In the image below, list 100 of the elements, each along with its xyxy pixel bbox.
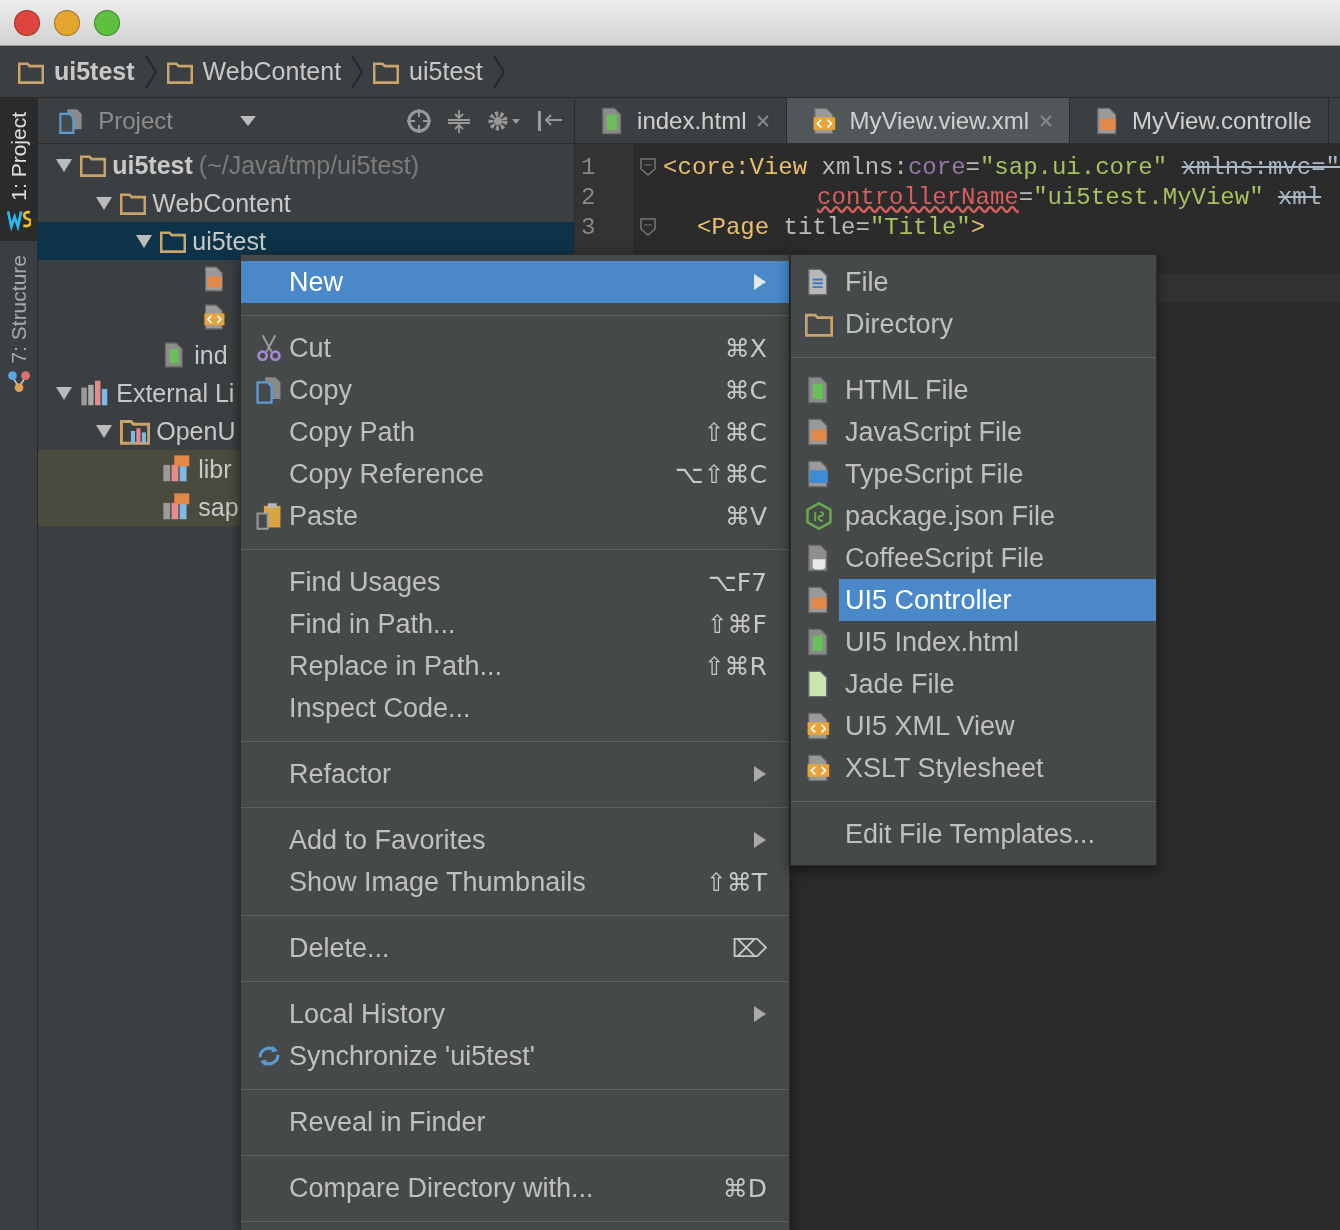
tree-item-label[interactable]: ui5test [112,151,193,179]
menu-item[interactable]: Inspect Code... [241,687,789,729]
menu-item[interactable]: File [791,261,1156,303]
code-line: <Page title="Title"> [696,213,986,241]
chevron-icon [144,54,157,89]
clipboard-icon [255,502,283,530]
target-icon[interactable] [406,107,433,134]
shortcut-label: ⇧⌘T [705,867,767,897]
menu-item-label: Copy Reference [289,458,486,490]
menu-item[interactable]: JavaScript File [791,411,1156,453]
menu-item-label: Find Usages [289,566,442,598]
chevron-icon [492,54,505,89]
menu-item-label: JavaScript File [844,415,1024,449]
menu-item-label: Copy [289,374,354,406]
editor-tab[interactable]: MyView.view.xml [787,98,1071,143]
menu-item[interactable]: UI5 Index.html [791,621,1156,663]
menu-item[interactable]: Synchronize 'ui5test' [241,1035,789,1077]
tree-item-label[interactable]: ui5test [192,227,266,255]
menu-item-label: Paste [289,500,360,532]
menu-item[interactable]: Find in Path... ⇧⌘F [241,603,789,645]
menu-item[interactable]: Jade File [791,663,1156,705]
menu-item[interactable]: Paste ⌘V [241,495,789,537]
folder-icon [120,190,147,216]
menu-item-label: HTML File [844,373,970,407]
menu-item-label: Copy Path [289,416,417,448]
tree-item-label[interactable]: ind [194,341,228,369]
window-control[interactable] [94,9,120,36]
tool-window-tab[interactable]: 7: Structure [0,240,38,404]
menu-item[interactable]: Add to Favorites [241,819,789,861]
close-icon[interactable] [1039,113,1054,128]
close-icon[interactable] [756,113,771,128]
panel-title: Project [98,106,174,135]
menu-item[interactable]: Refactor [241,753,789,795]
folder-icon [160,228,187,254]
hexagon-icon [805,502,833,530]
menu-item[interactable]: CoffeeScript File [791,537,1156,579]
collapse-all-icon[interactable] [446,107,473,134]
fold-marker-icon[interactable] [639,157,658,177]
tree-item-label[interactable]: OpenU [156,417,236,445]
tree-item-label[interactable]: External Li [116,379,235,407]
menu-item-label: Delete... [289,932,391,964]
menu-item[interactable]: Reveal in Finder [241,1101,789,1143]
line-number: 2 [580,182,597,212]
menu-item-label: File [844,265,890,299]
menu-item-label: New [289,266,344,298]
tree-item-label[interactable]: libr [198,455,232,483]
menu-item[interactable]: Directory [791,303,1156,345]
breadcrumb[interactable]: ui5test [409,57,483,86]
shortcut-label: ⌥F7 [707,567,767,597]
tree-item-label[interactable]: WebContent [152,189,291,217]
menu-item[interactable]: HTML File [791,369,1156,411]
menu-item-label: XSLT Stylesheet [844,751,1045,785]
menu-item-label: TypeScript File [844,457,1025,491]
line-number: 1 [580,152,597,182]
menu-item[interactable]: Compare Directory with... ⌘D [241,1167,789,1209]
code-line: controllerName="ui5test.MyView" xml [816,183,1322,211]
menu-item-label: Compare Directory with... [289,1172,595,1204]
menu-item[interactable]: Show Image Thumbnails ⇧⌘T [241,861,789,903]
menu-item[interactable]: package.json File [791,495,1156,537]
menu-item[interactable]: Delete... ⌦ [241,927,789,969]
code-line: <core:View xmlns:core="sap.ui.core" xmlns:mvc=" [663,153,1340,181]
menu-item-label: Directory [844,307,954,341]
menu-item[interactable]: XSLT Stylesheet [791,747,1156,789]
menu-item[interactable]: Copy Path ⇧⌘C [241,411,789,453]
menu-item[interactable]: New [241,261,789,303]
menu-item-label: Find in Path... [289,608,457,640]
breadcrumb[interactable]: WebContent [202,57,342,86]
menu-item[interactable]: Find Usages ⌥F7 [241,561,789,603]
menu-item[interactable]: TypeScript File [791,453,1156,495]
menu-item-label: Reveal in Finder [289,1106,487,1138]
menu-item[interactable]: UI5 XML View [791,705,1156,747]
menu-item[interactable]: Local History [241,993,789,1035]
scissors-icon [255,334,283,362]
menu-item[interactable]: Copy ⌘C [241,369,789,411]
menu-item-label: UI5 Index.html [844,625,1021,659]
shortcut-label: ⇧⌘C [703,417,767,447]
tree-item-label[interactable]: sap [198,493,239,521]
shortcut-label: ⌘D [722,1173,767,1203]
tool-window-tab[interactable]: 1: Project [0,98,38,241]
menu-item-label: Local History [289,998,447,1030]
menu-item-label: Edit File Templates... [844,817,1097,851]
menu-item[interactable]: Cut ⌘X [241,327,789,369]
menu-item[interactable]: Edit File Templates... [791,813,1156,855]
menu-item-label: UI5 XML View [844,709,1016,743]
menu-item-label: Jade File [844,667,956,701]
menu-item-label: Add to Favorites [289,824,487,856]
folder-icon [80,152,107,178]
menu-item-label: package.json File [844,499,1057,533]
breadcrumb[interactable]: ui5test [54,57,135,86]
line-number: 3 [580,212,597,242]
shortcut-label: ⌘X [724,333,767,363]
shortcut-label: ⇧⌘R [703,651,767,681]
window-control[interactable] [14,9,40,36]
menu-item[interactable]: Copy Reference ⌥⇧⌘C [241,453,789,495]
shortcut-label: ⇧⌘F [706,609,767,639]
fold-marker-icon[interactable] [639,217,658,237]
dropdown-caret-icon[interactable] [240,115,257,126]
menu-item[interactable]: Replace in Path... ⇧⌘R [241,645,789,687]
menu-item-label: CoffeeScript File [844,541,1046,575]
window-control[interactable] [54,9,80,36]
